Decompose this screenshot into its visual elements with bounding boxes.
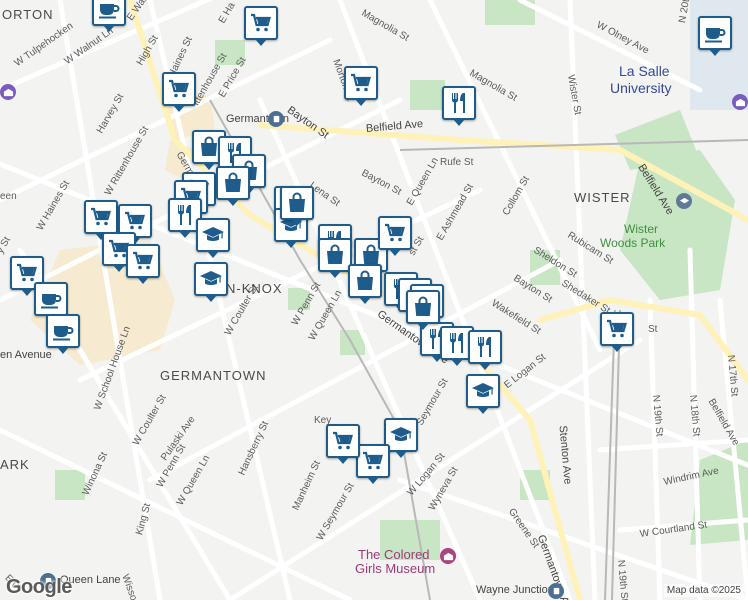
map-marker-bag[interactable] [348,264,382,304]
map-marker-graduation-cap[interactable] [466,374,500,414]
fork-knife-icon [445,331,469,355]
map-marker-cart[interactable] [378,216,412,256]
label-wister-neighborhood: WISTER [574,190,631,205]
fork-knife-icon [447,91,471,115]
label-rufe-st: Rufe St [440,157,474,168]
label-wister-park-2: Woods Park [600,236,666,250]
google-logo: Google [6,576,72,598]
map-marker-graduation-cap[interactable] [194,262,228,302]
bag-icon [353,269,377,293]
fork-knife-icon [473,335,497,359]
label-museum-1: The Colored [358,547,430,562]
map-marker-cart[interactable] [162,72,196,112]
label-orton: ORTON [2,7,54,22]
map-marker-fork-knife[interactable] [468,330,502,370]
map-marker-cart[interactable] [356,444,390,484]
germantown-station-icon[interactable] [268,111,284,127]
map-marker-graduation-cap[interactable] [196,218,230,258]
cart-icon [131,249,155,273]
bag-icon [323,243,347,267]
bag-icon [285,191,309,215]
map-canvas[interactable]: ORTON W Tulpehocken W Walnut Ln E Walr E… [0,0,748,600]
cart-icon [349,71,373,95]
cart-icon [89,205,113,229]
graduation-cap-icon [471,379,495,403]
cart-icon [361,449,385,473]
cart-icon [383,221,407,245]
museum-poi-icon[interactable] [440,548,456,564]
label-een: een [0,191,17,202]
label-museum-2: Girls Museum [355,561,436,576]
map-marker-coffee[interactable] [46,314,80,354]
label-university: University [610,80,672,96]
fork-knife-icon [173,203,197,227]
map-marker-coffee[interactable] [92,0,126,32]
university-poi-icon[interactable] [732,94,748,110]
label-germantown-neighborhood: GERMANTOWN [160,368,267,383]
cart-icon [167,77,191,101]
label-n-19th-2: N 19th St [615,559,630,600]
cart-icon [123,209,147,233]
label-wister-park-1: Wister [624,222,658,236]
map-marker-coffee[interactable] [698,16,732,56]
map-marker-coffee[interactable] [34,282,68,322]
graduation-cap-icon [201,223,225,247]
cart-icon [605,317,629,341]
label-n-knox: N-KNOX [226,281,283,296]
label-en-avenue: en Avenue [0,349,52,361]
graduation-cap-icon [389,423,413,447]
coffee-icon [51,319,75,343]
map-marker-cart[interactable] [126,244,160,284]
map-marker-cart[interactable] [600,312,634,352]
map-attribution: Map data ©2025 [663,584,744,597]
map-marker-bag[interactable] [216,166,250,206]
graduation-cap-icon [199,267,223,291]
bag-icon [221,171,245,195]
wayne-junction-station-icon[interactable] [548,583,564,599]
map-marker-cart[interactable] [326,424,360,464]
map-marker-cart[interactable] [84,200,118,240]
school-poi-icon[interactable] [676,193,692,209]
cart-icon [249,11,273,35]
map-marker-bag[interactable] [406,290,440,330]
map-marker-fork-knife[interactable] [442,86,476,126]
map-marker-bag[interactable] [280,186,314,226]
map-marker-cart[interactable] [244,6,278,46]
map-marker-cart[interactable] [344,66,378,106]
coffee-icon [97,0,121,21]
label-ark: ARK [0,457,30,472]
map-marker-bag[interactable] [318,238,352,278]
label-la-salle: La Salle [619,63,670,79]
bag-icon [411,295,435,319]
museum-poi-icon-left[interactable] [0,84,16,100]
coffee-icon [703,21,727,45]
label-wayne-junction: Wayne Junction [476,584,554,596]
cart-icon [331,429,355,453]
label-st: St [648,324,658,335]
coffee-icon [39,287,63,311]
